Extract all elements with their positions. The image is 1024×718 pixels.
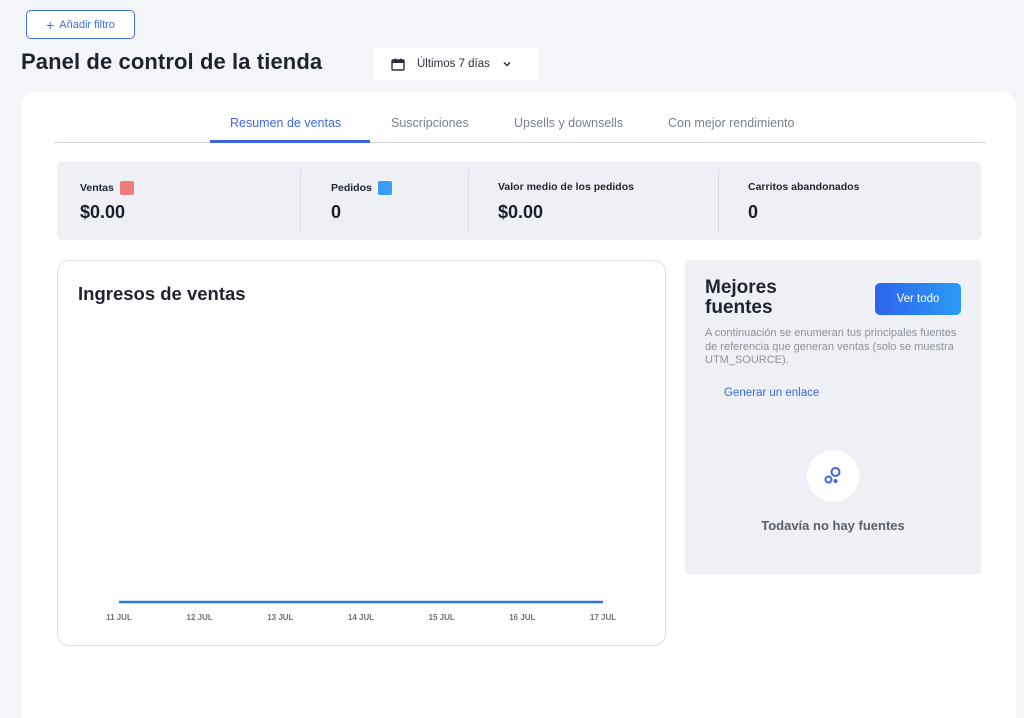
sales-legend-swatch bbox=[119, 181, 134, 195]
x-tick-label: 11 JUL bbox=[106, 613, 132, 622]
sources-empty-text: Todavía no hay fuentes bbox=[761, 518, 905, 533]
sources-description: A continuación se enumeran tus principal… bbox=[705, 327, 957, 366]
stat-sales-label: Ventas bbox=[80, 182, 114, 194]
x-tick-label: 14 JUL bbox=[348, 613, 374, 622]
date-range-label: Últimos 7 días bbox=[417, 58, 490, 70]
stats-bar: Ventas $0.00 Pedidos 0 Valor medio de lo… bbox=[57, 162, 981, 240]
generate-link[interactable]: Generar un enlace bbox=[724, 387, 819, 399]
x-tick-label: 12 JUL bbox=[187, 613, 213, 622]
tab-subscriptions[interactable]: Suscripciones bbox=[391, 116, 469, 130]
sources-title: Mejores fuentes bbox=[705, 277, 777, 318]
stat-orders-value: 0 bbox=[331, 202, 342, 222]
orders-legend-swatch bbox=[377, 181, 392, 195]
tab-sales-summary[interactable]: Resumen de ventas bbox=[230, 116, 341, 130]
calendar-icon bbox=[391, 58, 405, 71]
plus-icon: + bbox=[46, 16, 55, 33]
stat-sales: Ventas $0.00 bbox=[57, 162, 300, 240]
x-tick-label: 17 JUL bbox=[590, 613, 616, 622]
stat-abandoned-carts: Carritos abandonados 0 bbox=[719, 162, 981, 240]
x-tick-label: 13 JUL bbox=[267, 613, 293, 622]
tab-bar: Resumen de ventas Suscripciones Upsells … bbox=[54, 110, 986, 143]
view-all-button[interactable]: Ver todo bbox=[875, 283, 961, 315]
stat-sales-value: $0.00 bbox=[80, 202, 126, 222]
connections-icon bbox=[824, 467, 841, 484]
x-tick-label: 15 JUL bbox=[429, 613, 455, 622]
sales-revenue-chart: 11 JUL 12 JUL 13 JUL 14 JUL 15 JUL 16 JUL 17 J… bbox=[106, 600, 616, 622]
add-filter-label: Añadir filtro bbox=[59, 18, 115, 31]
stat-aov-value: $0.00 bbox=[498, 202, 544, 222]
stat-abandoned-label: Carritos abandonados bbox=[748, 181, 860, 193]
stat-abandoned-value: 0 bbox=[748, 202, 759, 222]
stat-aov-label: Valor medio de los pedidos bbox=[498, 181, 634, 193]
chevron-down-icon bbox=[502, 59, 512, 69]
x-tick-label: 16 JUL bbox=[509, 613, 535, 622]
top-sources-panel: Mejores fuentes Ver todo A continuación … bbox=[685, 260, 981, 574]
sales-revenue-chart-card: Ingresos de ventas 11 JUL 12 JUL 13 JUL 14 … bbox=[57, 260, 666, 646]
sources-empty-icon bbox=[807, 450, 859, 502]
add-filter-button[interactable]: + Añadir filtro bbox=[26, 10, 135, 39]
stat-orders: Pedidos 0 bbox=[301, 162, 468, 240]
dashboard-card: Resumen de ventas Suscripciones Upsells … bbox=[21, 92, 1016, 718]
tab-upsells-downsells[interactable]: Upsells y downsells bbox=[514, 116, 623, 130]
stat-average-order-value: Valor medio de los pedidos $0.00 bbox=[469, 162, 718, 240]
tab-top-performing[interactable]: Con mejor rendimiento bbox=[668, 116, 794, 130]
date-range-select[interactable]: Últimos 7 días bbox=[373, 48, 539, 80]
page-title: Panel de control de la tienda bbox=[21, 49, 323, 74]
stat-orders-label: Pedidos bbox=[331, 182, 372, 194]
active-tab-indicator bbox=[210, 140, 370, 143]
